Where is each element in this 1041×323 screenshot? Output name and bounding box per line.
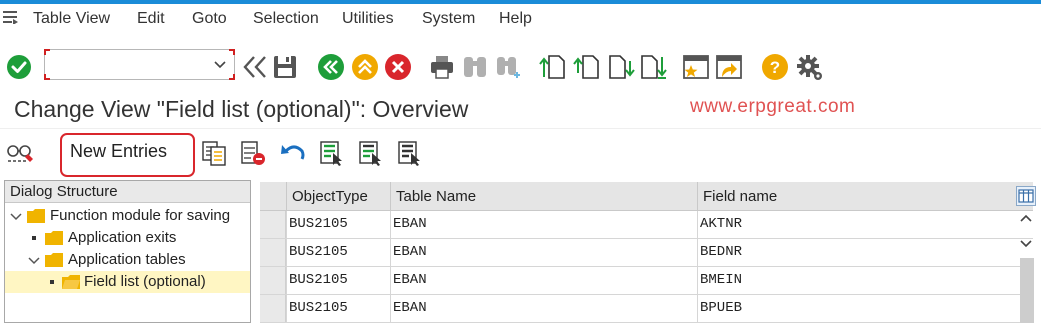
new-entries-button[interactable]: New Entries xyxy=(60,133,195,177)
menu-goto[interactable]: Goto xyxy=(192,10,227,28)
last-page-icon[interactable] xyxy=(638,52,668,82)
cell-field-name[interactable]: AKTNR xyxy=(697,211,1033,238)
next-page-icon[interactable] xyxy=(606,52,636,82)
tree-node-label: Application tables xyxy=(68,251,186,268)
folder-open-icon xyxy=(62,275,80,289)
column-header-objecttype[interactable]: ObjectType xyxy=(286,182,390,211)
tree-node-label: Function module for saving xyxy=(50,207,231,224)
column-header-field-name[interactable]: Field name xyxy=(697,182,1033,211)
back-double-chevron-icon[interactable] xyxy=(240,52,270,82)
command-input[interactable] xyxy=(49,53,209,75)
cell-objecttype[interactable]: BUS2105 xyxy=(286,295,390,322)
deselect-all-icon[interactable] xyxy=(396,139,424,167)
help-icon[interactable]: ? xyxy=(760,52,790,82)
cell-table-name[interactable]: EBAN xyxy=(390,295,697,322)
folder-icon xyxy=(45,231,63,245)
select-block-icon[interactable] xyxy=(357,139,385,167)
shortcut-icon[interactable] xyxy=(715,52,745,82)
cell-field-name[interactable]: BPUEB xyxy=(697,295,1033,322)
folder-icon xyxy=(27,209,45,223)
row-selector[interactable] xyxy=(260,239,286,266)
command-field[interactable] xyxy=(44,49,235,80)
scroll-down-icon[interactable] xyxy=(1019,236,1033,250)
bullet-icon xyxy=(50,280,54,284)
chevron-down-icon[interactable] xyxy=(214,58,226,70)
chevron-down-icon[interactable] xyxy=(10,205,22,227)
bullet-icon xyxy=(32,236,36,240)
standard-toolbar: ? xyxy=(0,36,1041,96)
chevron-down-icon[interactable] xyxy=(28,249,40,271)
enter-icon[interactable] xyxy=(4,52,34,82)
table-row[interactable]: BUS2105 EBAN BEDNR xyxy=(260,239,1033,267)
svg-text:?: ? xyxy=(770,58,780,77)
delete-icon[interactable] xyxy=(239,139,267,167)
cell-table-name[interactable]: EBAN xyxy=(390,239,697,266)
page-title: Change View "Field list (optional)": Ove… xyxy=(14,96,469,122)
row-selector[interactable] xyxy=(260,267,286,294)
back-icon[interactable] xyxy=(316,52,346,82)
select-all-icon[interactable] xyxy=(318,139,346,167)
print-icon[interactable] xyxy=(427,52,457,82)
menu-table-view[interactable]: Table View xyxy=(33,10,110,28)
tree-node-function-module[interactable]: Function module for saving xyxy=(5,205,250,227)
folder-icon xyxy=(45,253,63,267)
table-row[interactable]: BUS2105 EBAN AKTNR xyxy=(260,211,1033,239)
scroll-up-icon[interactable] xyxy=(1019,212,1033,226)
tree-node-field-list[interactable]: Field list (optional) xyxy=(5,271,250,293)
cell-table-name[interactable]: EBAN xyxy=(390,267,697,294)
menu-bar: Table View Edit Goto Selection Utilities… xyxy=(0,4,1041,36)
vertical-scrollbar[interactable] xyxy=(1020,258,1034,323)
cell-field-name[interactable]: BEDNR xyxy=(697,239,1033,266)
tree-node-label: Field list (optional) xyxy=(84,273,206,290)
cell-objecttype[interactable]: BUS2105 xyxy=(286,211,390,238)
create-session-icon[interactable] xyxy=(682,52,712,82)
table-row[interactable]: BUS2105 EBAN BPUEB xyxy=(260,295,1033,323)
save-icon[interactable] xyxy=(270,52,300,82)
table-header: ObjectType Table Name Field name xyxy=(260,182,1033,211)
cell-field-name[interactable]: BMEIN xyxy=(697,267,1033,294)
settings-icon[interactable] xyxy=(794,52,824,82)
application-toolbar: New Entries xyxy=(0,128,1041,178)
find-icon[interactable] xyxy=(460,52,490,82)
menu-system[interactable]: System xyxy=(422,10,475,28)
undo-icon[interactable] xyxy=(279,139,307,167)
tree-node-application-tables[interactable]: Application tables xyxy=(5,249,250,271)
cell-objecttype[interactable]: BUS2105 xyxy=(286,239,390,266)
exit-icon[interactable] xyxy=(350,52,380,82)
find-next-icon[interactable] xyxy=(493,52,523,82)
column-header-table-name[interactable]: Table Name xyxy=(390,182,697,211)
cancel-icon[interactable] xyxy=(383,52,413,82)
dialog-structure-panel: Dialog Structure Function module for sav… xyxy=(4,180,251,323)
menu-icon[interactable] xyxy=(3,10,19,24)
table-row[interactable]: BUS2105 EBAN BMEIN xyxy=(260,267,1033,295)
dialog-structure-header: Dialog Structure xyxy=(5,181,250,203)
cell-table-name[interactable]: EBAN xyxy=(390,211,697,238)
previous-page-icon[interactable] xyxy=(572,52,602,82)
tree-node-label: Application exits xyxy=(68,229,177,246)
row-selector[interactable] xyxy=(260,295,286,322)
display-change-icon[interactable] xyxy=(6,139,34,167)
field-list-table: ObjectType Table Name Field name BUS2105… xyxy=(260,182,1033,323)
menu-utilities[interactable]: Utilities xyxy=(342,10,394,28)
copy-as-icon[interactable] xyxy=(200,139,228,167)
menu-selection[interactable]: Selection xyxy=(253,10,319,28)
row-selector[interactable] xyxy=(260,211,286,238)
menu-help[interactable]: Help xyxy=(499,10,532,28)
select-all-column[interactable] xyxy=(260,182,286,211)
watermark: www.erpgreat.com xyxy=(690,96,856,117)
tree-node-application-exits[interactable]: Application exits xyxy=(5,227,250,249)
table-settings-icon[interactable] xyxy=(1016,186,1036,206)
first-page-icon[interactable] xyxy=(538,52,568,82)
menu-edit[interactable]: Edit xyxy=(137,10,165,28)
cell-objecttype[interactable]: BUS2105 xyxy=(286,267,390,294)
